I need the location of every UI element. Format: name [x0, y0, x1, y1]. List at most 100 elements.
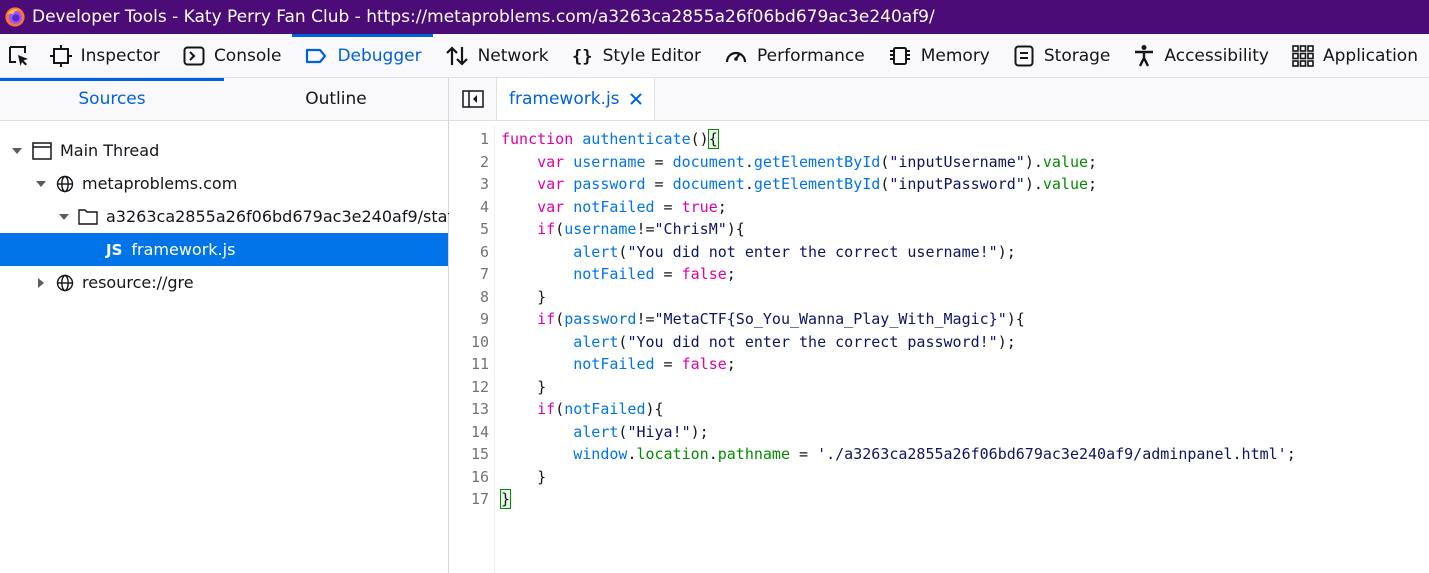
code-line[interactable]: 4 var notFailed = true; [449, 196, 1296, 219]
code-line[interactable]: 5 if(username!="ChrisM"){ [449, 218, 1296, 241]
tab-label: Performance [757, 45, 865, 66]
line-number[interactable]: 17 [449, 488, 489, 511]
code-text: var password = document.getElementById("… [537, 175, 1098, 193]
line-number[interactable]: 4 [449, 196, 489, 219]
code-line[interactable]: 12 } [449, 376, 1296, 399]
tab-label: Debugger [337, 45, 422, 66]
code-line[interactable]: 1 function authenticate(){ [449, 128, 1296, 151]
code-text: if(username!="ChrisM"){ [537, 220, 745, 238]
tree-item-label: resource://gre [82, 273, 194, 292]
application-icon [1292, 44, 1314, 67]
code-lines: 1 function authenticate(){2 var username … [449, 128, 1296, 511]
code-text: window.location.pathname = './a3263ca285… [573, 445, 1296, 463]
code-text: } [501, 377, 547, 396]
element-picker-icon [8, 45, 28, 66]
tab-label: Console [213, 45, 282, 66]
code-line[interactable]: 14 alert("Hiya!"); [449, 421, 1296, 444]
tree-item-label: framework.js [131, 240, 236, 259]
inspector-icon [49, 44, 72, 67]
line-number[interactable]: 14 [449, 421, 489, 444]
code-line[interactable]: 16 } [449, 466, 1296, 489]
code-text: var username = document.getElementById("… [537, 152, 1098, 171]
svg-text:{}: {} [572, 47, 592, 67]
code-line[interactable]: 15 window.location.pathname = './a3263ca… [449, 443, 1296, 466]
line-number[interactable]: 6 [449, 241, 489, 264]
window-titlebar: Developer Tools - Katy Perry Fan Club - … [0, 0, 1429, 34]
code-line[interactable]: 3 var password = document.getElementById… [449, 173, 1296, 196]
tree-item-file[interactable]: JS framework.js [0, 233, 448, 266]
tree-item-domain[interactable]: metaproblems.com [0, 167, 448, 200]
tab-label: Accessibility [1164, 45, 1269, 66]
code-text: alert("Hiya!"); [573, 422, 709, 441]
toggle-sidebar-button[interactable] [449, 78, 497, 120]
tab-label: Inspector [80, 45, 160, 66]
line-number[interactable]: 5 [449, 218, 489, 241]
console-icon [183, 46, 205, 65]
tab-debugger[interactable]: Debugger [292, 34, 433, 77]
expanded-arrow-icon[interactable] [10, 145, 24, 157]
code-text: notFailed = false; [573, 355, 736, 373]
expanded-arrow-icon[interactable] [34, 178, 48, 190]
line-number[interactable]: 1 [449, 128, 489, 151]
code-line[interactable]: 10 alert("You did not enter the correct … [449, 331, 1296, 354]
line-number[interactable]: 3 [449, 173, 489, 196]
tab-application[interactable]: Application [1280, 34, 1429, 77]
code-text: function authenticate(){ [501, 129, 719, 149]
expanded-arrow-icon[interactable] [58, 211, 70, 223]
tree-item-resource[interactable]: resource://gre [0, 266, 448, 299]
code-line[interactable]: 9 if(password!="MetaCTF{So_You_Wanna_Pla… [449, 308, 1296, 331]
js-file-icon: JS [106, 240, 123, 259]
tab-network[interactable]: Network [433, 34, 560, 77]
code-line[interactable]: 7 notFailed = false; [449, 263, 1296, 286]
code-line[interactable]: 13 if(notFailed){ [449, 398, 1296, 421]
code-line[interactable]: 11 notFailed = false; [449, 353, 1296, 376]
line-number[interactable]: 2 [449, 151, 489, 174]
tab-console[interactable]: Console [171, 34, 293, 77]
tab-accessibility[interactable]: Accessibility [1121, 34, 1280, 77]
code-area[interactable]: 1 function authenticate(){2 var username … [449, 126, 1429, 573]
line-number[interactable]: 16 [449, 466, 489, 489]
tree-item-label: a3263ca2855a26f06bd679ac3e240af9/static [106, 207, 467, 226]
close-icon[interactable] [629, 93, 642, 105]
code-text: notFailed = false; [573, 265, 736, 283]
accessibility-icon [1135, 44, 1154, 67]
tab-style-editor[interactable]: {} Style Editor [560, 34, 712, 77]
tab-label: Storage [1043, 45, 1111, 66]
tab-inspector[interactable]: Inspector [38, 34, 171, 77]
tab-outline[interactable]: Outline [224, 78, 448, 120]
code-line[interactable]: 17} [449, 488, 1296, 511]
code-text: alert("You did not enter the correct pas… [573, 332, 1016, 351]
tab-sources[interactable]: Sources [0, 78, 224, 120]
source-tab-label: framework.js [509, 89, 620, 109]
sidebar-tabs: Sources Outline [0, 78, 448, 121]
line-number[interactable]: 8 [449, 286, 489, 309]
tab-memory[interactable]: Memory [876, 34, 1001, 77]
tab-label: Memory [920, 45, 990, 66]
sources-sidebar: Sources Outline Main Thread metaproblems… [0, 78, 467, 573]
tree-item-folder[interactable]: a3263ca2855a26f06bd679ac3e240af9/static [0, 200, 467, 233]
tree-item-main-thread[interactable]: Main Thread [0, 134, 448, 167]
tab-performance[interactable]: Performance [712, 34, 876, 77]
tab-label: Network [477, 45, 549, 66]
line-number[interactable]: 9 [449, 308, 489, 331]
tab-storage[interactable]: Storage [1001, 34, 1122, 77]
line-number[interactable]: 13 [449, 398, 489, 421]
code-line[interactable]: 6 alert("You did not enter the correct u… [449, 241, 1296, 264]
code-text: if(notFailed){ [537, 400, 664, 418]
source-tab-framework-js[interactable]: framework.js [497, 78, 655, 120]
line-number[interactable]: 7 [449, 263, 489, 286]
line-number[interactable]: 12 [449, 376, 489, 399]
style-editor-icon: {} [572, 47, 592, 67]
code-line[interactable]: 2 var username = document.getElementById… [449, 151, 1296, 174]
element-picker-button[interactable] [0, 34, 38, 77]
collapsed-arrow-icon[interactable] [34, 277, 48, 289]
code-text: } [499, 489, 512, 509]
devtools-toolbar: Inspector Console Debugger Network {} St… [0, 34, 1429, 78]
code-line[interactable]: 8 } [449, 286, 1296, 309]
line-number[interactable]: 11 [449, 353, 489, 376]
memory-icon [889, 46, 910, 65]
globe-icon [56, 175, 74, 193]
sidebar-toggle-icon [461, 90, 484, 108]
line-number[interactable]: 15 [449, 443, 489, 466]
line-number[interactable]: 10 [449, 331, 489, 354]
